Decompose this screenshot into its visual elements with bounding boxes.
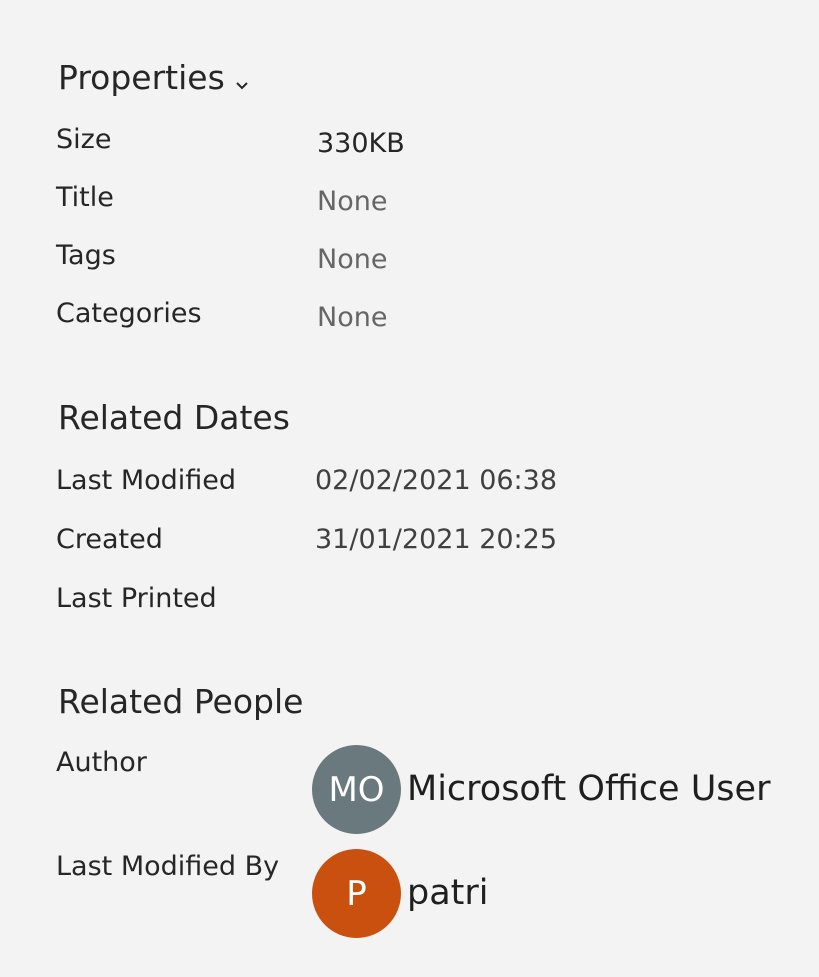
related-dates-title: Related Dates <box>58 398 290 437</box>
properties-header[interactable]: Properties <box>58 61 249 96</box>
tags-value[interactable]: None <box>317 246 387 273</box>
last-modified-by-label: Last Modified By <box>56 851 280 882</box>
last-modified-by-name: patri <box>407 873 489 913</box>
last-modified-by-person[interactable]: P patri <box>312 849 489 938</box>
avatar-initials: P <box>346 873 367 914</box>
related-people-title: Related People <box>58 682 304 721</box>
categories-value[interactable]: None <box>317 304 387 331</box>
title-label: Title <box>56 182 114 213</box>
created-value: 31/01/2021 20:25 <box>315 524 558 555</box>
last-modified-value: 02/02/2021 06:38 <box>315 465 558 496</box>
avatar: P <box>312 849 401 938</box>
created-label: Created <box>56 524 163 555</box>
author-person[interactable]: MO Microsoft Office User <box>312 745 770 834</box>
last-printed-label: Last Printed <box>56 583 217 614</box>
size-value: 330KB <box>317 128 405 159</box>
tags-label: Tags <box>56 240 116 271</box>
chevron-down-icon[interactable] <box>235 63 249 96</box>
author-label: Author <box>56 747 147 778</box>
last-modified-label: Last Modified <box>56 465 237 496</box>
properties-title: Properties <box>58 58 225 97</box>
categories-label: Categories <box>56 298 202 329</box>
avatar-initials: MO <box>328 769 385 810</box>
author-name: Microsoft Office User <box>407 769 771 809</box>
title-value[interactable]: None <box>317 188 387 215</box>
file-info-panel: Properties Size 330KB Title None Tags No… <box>0 0 819 977</box>
avatar: MO <box>312 745 401 834</box>
size-label: Size <box>56 124 112 155</box>
